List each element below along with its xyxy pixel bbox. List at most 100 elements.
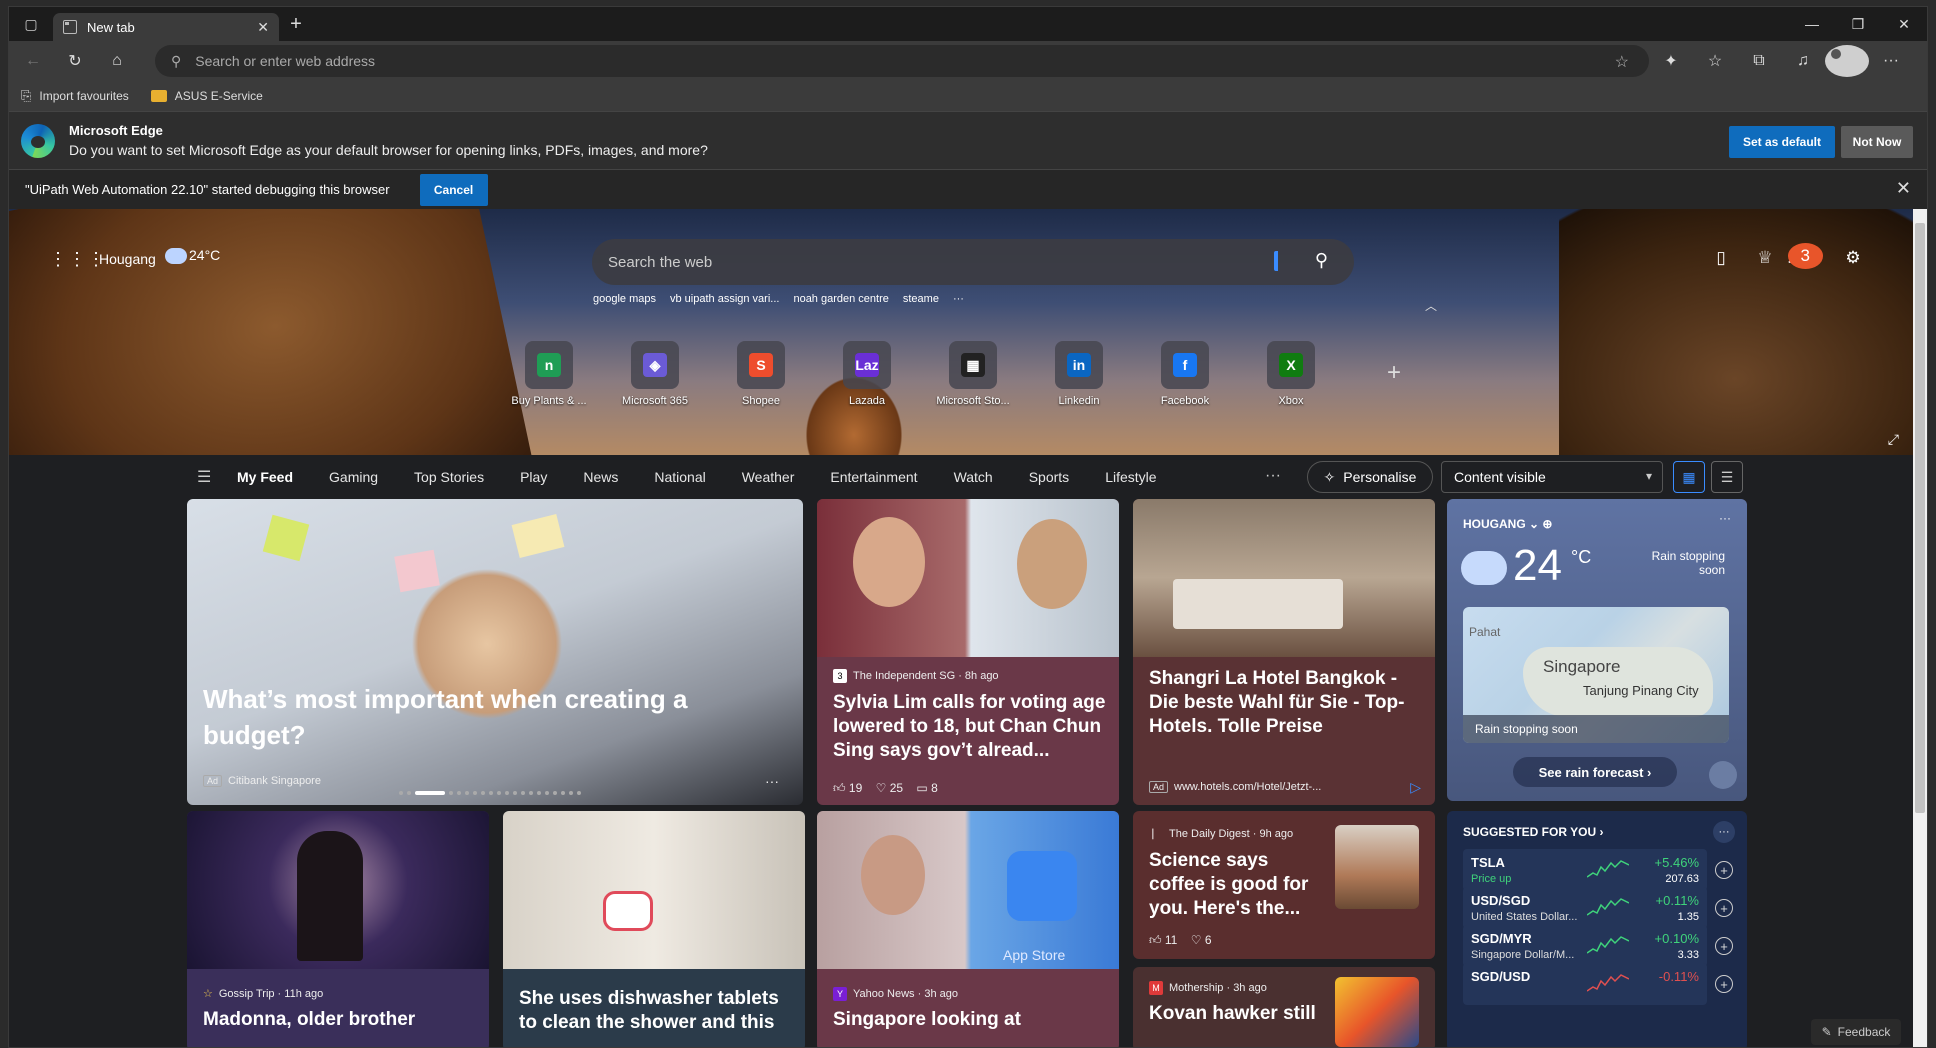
- weather-map[interactable]: Pahat Singapore Tanjung Pinang City Rain…: [1463, 607, 1729, 743]
- feed-tab[interactable]: Entertainment: [830, 469, 917, 485]
- quick-link-tile[interactable]: S Shopee: [708, 341, 814, 407]
- quick-link-tile[interactable]: f Facebook: [1132, 341, 1238, 407]
- tab-actions-icon[interactable]: ▢: [9, 7, 53, 41]
- bing-icon[interactable]: [1274, 251, 1288, 271]
- feed-tab[interactable]: News: [583, 469, 618, 485]
- collections-icon[interactable]: ⧉: [1737, 45, 1781, 77]
- add-stock-icon[interactable]: +: [1715, 899, 1733, 917]
- stocks-more-icon[interactable]: ···: [1713, 821, 1735, 843]
- menu-icon[interactable]: ☰: [197, 467, 211, 487]
- comment-icon[interactable]: ▭: [916, 781, 927, 795]
- close-banner-icon[interactable]: ✕: [1896, 178, 1911, 199]
- notification-bell-icon[interactable]: ♪3: [1787, 243, 1831, 271]
- suggestion-item[interactable]: noah garden centre: [793, 293, 888, 305]
- feed-tab[interactable]: Sports: [1029, 469, 1069, 485]
- rain-forecast-button[interactable]: See rain forecast ›: [1513, 757, 1677, 787]
- import-favourites[interactable]: ⎘ Import favourites: [21, 88, 129, 104]
- news-card[interactable]: She uses dishwasher tablets to clean the…: [503, 811, 805, 1047]
- feed-tab[interactable]: My Feed: [237, 469, 293, 485]
- adchoices-icon[interactable]: ▷: [1410, 779, 1421, 796]
- weather-condition[interactable]: Rain stopping soon: [1625, 549, 1725, 577]
- search-submit-icon[interactable]: ⚲: [1315, 250, 1328, 271]
- like-icon[interactable]: 👍︎: [833, 781, 846, 795]
- more-tabs-icon[interactable]: ···: [1265, 467, 1281, 485]
- notifications-icon[interactable]: ♫: [1781, 45, 1825, 77]
- close-tab-icon[interactable]: ✕: [257, 19, 269, 36]
- dislike-icon[interactable]: ♡: [876, 781, 887, 795]
- news-card[interactable]: App Store Y Yahoo News · 3h ago Singapore…: [817, 811, 1119, 1047]
- add-stock-icon[interactable]: +: [1715, 937, 1733, 955]
- like-icon[interactable]: 👍︎: [1149, 933, 1162, 947]
- home-icon[interactable]: ⌂: [99, 45, 135, 77]
- suggestion-item[interactable]: vb uipath assign vari...: [670, 293, 779, 305]
- feed-tab[interactable]: National: [654, 469, 705, 485]
- collapse-chevron-icon[interactable]: ︿: [1425, 297, 1437, 314]
- stock-row[interactable]: SGD/MYR Singapore Dollar/M... +0.10% 3.33: [1463, 925, 1707, 967]
- phone-icon[interactable]: ▯: [1699, 245, 1743, 271]
- stock-row[interactable]: TSLA Price up +5.46% 207.63: [1463, 849, 1707, 891]
- feed-tab[interactable]: Top Stories: [414, 469, 484, 485]
- feedback-button[interactable]: ✎ Feedback: [1811, 1019, 1901, 1045]
- content-visibility-select[interactable]: Content visible ▾: [1441, 461, 1663, 493]
- profile-avatar[interactable]: [1825, 45, 1869, 77]
- add-shortcut-icon[interactable]: +: [1387, 359, 1401, 387]
- quick-link-tile[interactable]: in Linkedin: [1026, 341, 1132, 407]
- card-more-icon[interactable]: ···: [765, 773, 779, 789]
- quick-link-tile[interactable]: X Xbox: [1238, 341, 1344, 407]
- feed-tab[interactable]: Gaming: [329, 469, 378, 485]
- favorites-icon[interactable]: ☆: [1693, 45, 1737, 77]
- page-settings-icon[interactable]: ⚙: [1831, 245, 1875, 271]
- feed-tab[interactable]: Watch: [954, 469, 993, 485]
- feed-tab[interactable]: Weather: [742, 469, 795, 485]
- extensions-icon[interactable]: ✦: [1649, 45, 1693, 77]
- cancel-debug-button[interactable]: Cancel: [419, 173, 488, 206]
- map-status-bar[interactable]: Rain stopping soon: [1463, 715, 1729, 743]
- location-label[interactable]: Hougang: [99, 251, 156, 267]
- quick-link-tile[interactable]: Laz Lazada: [814, 341, 920, 407]
- suggestion-item[interactable]: steame: [903, 293, 939, 305]
- address-bar[interactable]: ⚲ Search or enter web address ☆: [155, 45, 1649, 77]
- quick-link-tile[interactable]: n Buy Plants & ...: [496, 341, 602, 407]
- rewards-icon[interactable]: ♕: [1743, 245, 1787, 271]
- weather-mini[interactable]: 24°C: [165, 247, 220, 265]
- list-view-icon[interactable]: ☰: [1711, 461, 1743, 493]
- dislike-icon[interactable]: ♡: [1191, 933, 1202, 947]
- tab-new-tab[interactable]: New tab ✕: [53, 13, 279, 41]
- new-tab-button[interactable]: +: [279, 7, 313, 41]
- restore-icon[interactable]: ❐: [1835, 7, 1881, 41]
- scrollbar-thumb[interactable]: [1915, 223, 1925, 813]
- personalise-button[interactable]: ✧ Personalise: [1307, 461, 1433, 493]
- stock-row[interactable]: SGD/USD -0.11%: [1463, 963, 1707, 1005]
- quick-link-tile[interactable]: ▦ Microsoft Sto...: [920, 341, 1026, 407]
- expand-icon[interactable]: ⤢: [1888, 431, 1899, 448]
- refresh-icon[interactable]: ↻: [57, 45, 93, 77]
- add-stock-icon[interactable]: +: [1715, 861, 1733, 879]
- feed-tab[interactable]: Lifestyle: [1105, 469, 1156, 485]
- weather-location[interactable]: HOUGANG ⌄ ⊕: [1463, 517, 1552, 531]
- quick-link-tile[interactable]: ◈ Microsoft 365: [602, 341, 708, 407]
- stock-row[interactable]: USD/SGD United States Dollar... +0.11% 1.35: [1463, 887, 1707, 929]
- suggestion-item[interactable]: google maps: [593, 293, 656, 305]
- stocks-header[interactable]: SUGGESTED FOR YOU ›: [1463, 825, 1603, 839]
- set-default-button[interactable]: Set as default: [1729, 126, 1835, 158]
- carousel-dots[interactable]: [399, 791, 581, 795]
- add-stock-icon[interactable]: +: [1715, 975, 1733, 993]
- not-now-button[interactable]: Not Now: [1841, 126, 1913, 158]
- ad-card[interactable]: Shangri La Hotel Bangkok - Die beste Wah…: [1133, 499, 1435, 805]
- grid-view-icon[interactable]: ▦: [1673, 461, 1705, 493]
- page-scrollbar[interactable]: [1913, 209, 1927, 1047]
- weather-more-icon[interactable]: ···: [1719, 511, 1731, 525]
- apps-launcher-icon[interactable]: ⋮⋮⋮: [49, 249, 106, 270]
- weather-avatar[interactable]: [1709, 761, 1737, 789]
- minimize-icon[interactable]: —: [1789, 7, 1835, 41]
- back-icon[interactable]: ←: [15, 45, 51, 77]
- feed-tab[interactable]: Play: [520, 469, 547, 485]
- news-card[interactable]: ▏ The Daily Digest · 9h ago Science says …: [1133, 811, 1435, 959]
- asus-eservice-folder[interactable]: ASUS E-Service: [150, 89, 263, 103]
- close-window-icon[interactable]: ✕: [1881, 7, 1927, 41]
- news-card[interactable]: 3 The Independent SG · 8h ago Sylvia Lim …: [817, 499, 1119, 805]
- more-suggestions-icon[interactable]: ···: [953, 293, 964, 305]
- featured-article-card[interactable]: What’s most important when creating a bu…: [187, 499, 803, 805]
- add-favorite-icon[interactable]: ☆: [1615, 52, 1629, 72]
- news-card[interactable]: M Mothership · 3h ago Kovan hawker still: [1133, 967, 1435, 1047]
